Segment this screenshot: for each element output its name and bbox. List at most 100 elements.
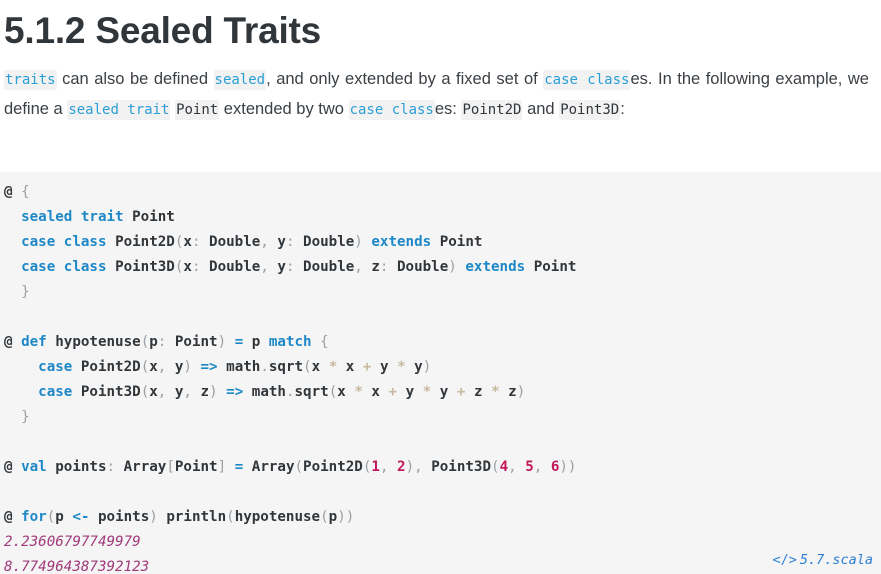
code-token-punct: (: [294, 459, 304, 475]
code-token-id: x: [371, 384, 380, 400]
code-token-kw: case: [38, 359, 73, 375]
code-token-id: hypotenuse: [234, 509, 321, 525]
code-token-punct: }: [21, 409, 30, 425]
source-file-link[interactable]: </> 5.7.scala: [772, 552, 873, 568]
code-line: case Point2D(x, y) => math.sqrt(x * x + …: [0, 355, 881, 380]
code-token-id: x: [311, 359, 321, 375]
code-token-punct: ): [149, 509, 158, 525]
intro-paragraph: traits can also be defined sealed, and o…: [4, 70, 869, 120]
code-token-num: 1: [371, 459, 380, 475]
code-token-punct: ,: [533, 459, 543, 475]
code-token-id: z: [508, 384, 517, 400]
code-line: @ for(p <- points) println(hypotenuse(p)…: [0, 505, 881, 530]
code-token-id: x: [183, 234, 192, 250]
code-token-arith: *: [354, 384, 363, 400]
code-token-id: x: [149, 384, 158, 400]
code-token-prompt: @: [4, 509, 13, 525]
code-token-num: 2: [397, 459, 406, 475]
code-line: 8.774964387392123: [0, 555, 881, 574]
code-token-punct: )): [337, 509, 355, 525]
code-token-id: z: [200, 384, 210, 400]
code-token-type: Point2D: [80, 359, 141, 375]
code-token-punct: )): [559, 459, 577, 475]
code-token-type: Point3D: [80, 384, 141, 400]
code-token-type: Double: [397, 259, 449, 275]
code-token-punct: (: [46, 509, 56, 525]
code-token-type: Double: [303, 259, 355, 275]
inline-code: case class: [348, 100, 435, 120]
code-token-id: z: [473, 384, 483, 400]
code-token-punct: ): [217, 334, 227, 350]
code-token-op: =>: [200, 359, 218, 375]
code-token-id: y: [277, 234, 286, 250]
code-token-punct: ,: [260, 259, 269, 275]
code-token-type: Double: [303, 234, 355, 250]
code-token-num: 5: [525, 459, 534, 475]
code-line: 2.23606797749979: [0, 530, 881, 555]
code-token-arith: +: [388, 384, 398, 400]
code-token-punct: .: [285, 384, 295, 400]
code-line: @ {: [0, 180, 881, 205]
code-token-punct: {: [320, 334, 329, 350]
code-block[interactable]: @ { sealed trait Point case class Point2…: [0, 172, 881, 574]
code-token-punct: ): [448, 259, 457, 275]
code-token-op: =: [234, 334, 244, 350]
code-line: @ def hypotenuse(p: Point) = p match {: [0, 330, 881, 355]
code-token-id: x: [183, 259, 192, 275]
code-token-id: z: [371, 259, 380, 275]
inline-code: Point3D: [559, 100, 621, 120]
code-token-out: 8.774964387392123: [4, 559, 150, 574]
code-token-arith: *: [397, 359, 406, 375]
code-token-type: Array: [251, 459, 295, 475]
inline-code: traits: [4, 70, 57, 90]
code-token-arith: *: [491, 384, 500, 400]
code-line: case Point3D(x, y, z) => math.sqrt(x * x…: [0, 380, 881, 405]
code-token-id: p: [149, 334, 158, 350]
code-token-id: math: [251, 384, 286, 400]
source-file-name: 5.7.scala: [799, 552, 873, 568]
code-line: case class Point3D(x: Double, y: Double,…: [0, 255, 881, 280]
code-token-punct: ,: [183, 384, 192, 400]
code-token-kw: sealed trait: [21, 209, 124, 225]
code-token-id: y: [405, 384, 415, 400]
code-line: }: [0, 405, 881, 430]
code-token-op: =: [234, 459, 244, 475]
code-line: }: [0, 280, 881, 305]
code-token-op: <-: [72, 509, 90, 525]
code-token-id: sqrt: [294, 384, 329, 400]
code-token-type: Point: [174, 334, 218, 350]
code-token-type: Point: [533, 259, 577, 275]
code-token-type: Double: [209, 259, 261, 275]
code-token-kw: val: [21, 459, 47, 475]
